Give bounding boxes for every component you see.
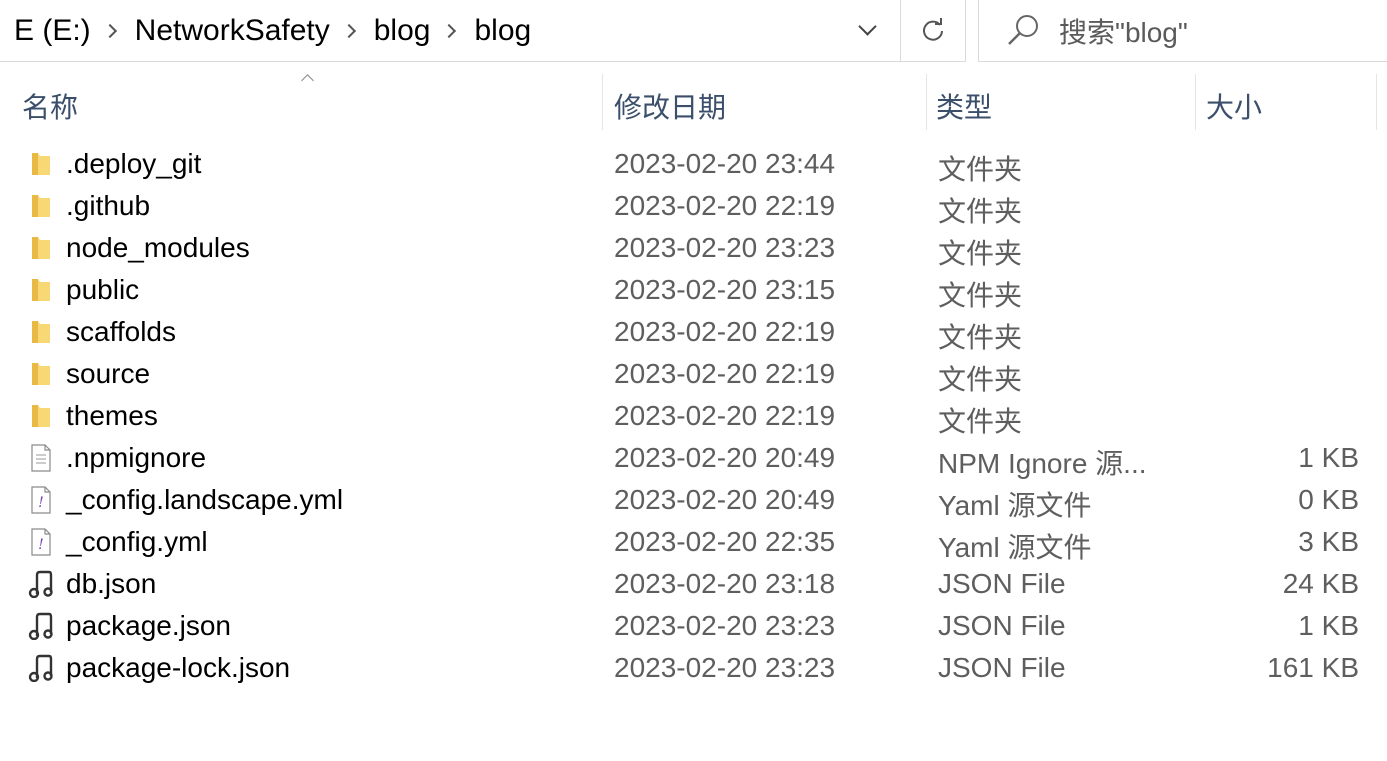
- file-size: 0 KB: [1298, 484, 1359, 515]
- column-divider[interactable]: [926, 74, 927, 130]
- chevron-right-icon[interactable]: [103, 21, 123, 41]
- file-name[interactable]: _config.yml: [66, 526, 208, 558]
- column-header-date[interactable]: 修改日期: [614, 84, 924, 128]
- file-type: 文件夹: [938, 322, 1023, 353]
- json-file-icon: [28, 612, 54, 641]
- file-type: Yaml 源文件: [938, 490, 1092, 521]
- file-name[interactable]: themes: [66, 400, 158, 432]
- file-row[interactable]: themes 2023-02-20 22:19 文件夹: [0, 395, 1387, 437]
- address-bar[interactable]: E (E:) NetworkSafety blog blog: [0, 0, 900, 62]
- file-modified-date: 2023-02-20 22:35: [614, 526, 836, 557]
- file-name[interactable]: _config.landscape.yml: [66, 484, 343, 516]
- file-type: 文件夹: [938, 364, 1023, 395]
- file-modified-date: 2023-02-20 23:44: [614, 148, 836, 179]
- folder-icon: [28, 276, 54, 304]
- file-row[interactable]: node_modules 2023-02-20 23:23 文件夹: [0, 227, 1387, 269]
- file-type: 文件夹: [938, 154, 1023, 185]
- file-size: 24 KB: [1282, 568, 1359, 599]
- file-row[interactable]: source 2023-02-20 22:19 文件夹: [0, 353, 1387, 395]
- file-row[interactable]: ! _config.yml 2023-02-20 22:35 Yaml 源文件 3 KB: [0, 521, 1387, 563]
- folder-icon: [28, 150, 54, 178]
- file-type: 文件夹: [938, 280, 1023, 311]
- file-row[interactable]: package.json 2023-02-20 23:23 JSON File 1 K…: [0, 605, 1387, 647]
- column-divider[interactable]: [602, 74, 603, 130]
- file-name[interactable]: source: [66, 358, 150, 390]
- svg-text:!: !: [38, 495, 44, 511]
- file-modified-date: 2023-02-20 20:49: [614, 442, 836, 473]
- refresh-icon: [923, 17, 943, 41]
- file-modified-date: 2023-02-20 22:19: [614, 400, 836, 431]
- file-type: NPM Ignore 源...: [938, 448, 1147, 479]
- folder-icon: [28, 402, 54, 430]
- file-type: JSON File: [938, 652, 1066, 683]
- file-name[interactable]: public: [66, 274, 139, 306]
- refresh-button[interactable]: [900, 0, 966, 62]
- column-divider[interactable]: [1195, 74, 1196, 130]
- file-size: 1 KB: [1298, 442, 1359, 473]
- file-name[interactable]: .github: [66, 190, 150, 222]
- file-modified-date: 2023-02-20 23:18: [614, 568, 836, 599]
- svg-text:!: !: [38, 537, 44, 553]
- file-row[interactable]: public 2023-02-20 23:15 文件夹: [0, 269, 1387, 311]
- column-header-name[interactable]: 名称: [22, 84, 602, 128]
- search-box[interactable]: 搜索"blog": [978, 0, 1387, 62]
- file-name[interactable]: .deploy_git: [66, 148, 201, 180]
- folder-icon: [28, 234, 54, 262]
- folder-icon: [28, 192, 54, 220]
- column-header-size[interactable]: 大小: [1206, 84, 1376, 128]
- file-modified-date: 2023-02-20 22:19: [614, 316, 836, 347]
- yaml-file-icon: !: [28, 486, 54, 514]
- file-row[interactable]: ! _config.landscape.yml 2023-02-20 20:49 Ya…: [0, 479, 1387, 521]
- file-modified-date: 2023-02-20 20:49: [614, 484, 836, 515]
- file-modified-date: 2023-02-20 23:23: [614, 652, 836, 683]
- file-type: 文件夹: [938, 406, 1023, 437]
- file-modified-date: 2023-02-20 23:23: [614, 232, 836, 263]
- file-name[interactable]: .npmignore: [66, 442, 206, 474]
- file-type: JSON File: [938, 568, 1066, 599]
- search-icon: [1008, 14, 1038, 45]
- file-type: JSON File: [938, 610, 1066, 641]
- json-file-icon: [28, 654, 54, 683]
- breadcrumb-item-drive[interactable]: E (E:): [14, 14, 91, 48]
- file-size: 161 KB: [1267, 652, 1359, 683]
- file-size: 1 KB: [1298, 610, 1359, 641]
- folder-icon: [28, 318, 54, 346]
- file-row[interactable]: .npmignore 2023-02-20 20:49 NPM Ignore 源..…: [0, 437, 1387, 479]
- file-modified-date: 2023-02-20 22:19: [614, 358, 836, 389]
- file-row[interactable]: db.json 2023-02-20 23:18 JSON File 24 KB: [0, 563, 1387, 605]
- toolbar: E (E:) NetworkSafety blog blog 搜索"blog": [0, 0, 1387, 64]
- file-row[interactable]: .deploy_git 2023-02-20 23:44 文件夹: [0, 143, 1387, 185]
- file-list: .deploy_git 2023-02-20 23:44 文件夹 .github 202…: [0, 143, 1387, 689]
- yaml-file-icon: !: [28, 528, 54, 556]
- file-name[interactable]: package-lock.json: [66, 652, 290, 684]
- file-name[interactable]: node_modules: [66, 232, 250, 264]
- file-type: 文件夹: [938, 238, 1023, 269]
- chevron-right-icon[interactable]: [342, 21, 362, 41]
- address-history-dropdown-icon[interactable]: [848, 16, 888, 46]
- file-row[interactable]: scaffolds 2023-02-20 22:19 文件夹: [0, 311, 1387, 353]
- sort-ascending-icon: [300, 72, 316, 82]
- breadcrumb-item-blog-current[interactable]: blog: [474, 14, 531, 48]
- column-header-type[interactable]: 类型: [936, 84, 1194, 128]
- file-name[interactable]: db.json: [66, 568, 156, 600]
- file-modified-date: 2023-02-20 23:23: [614, 610, 836, 641]
- file-type: Yaml 源文件: [938, 532, 1092, 563]
- file-row[interactable]: package-lock.json 2023-02-20 23:23 JSON Fi…: [0, 647, 1387, 689]
- file-modified-date: 2023-02-20 22:19: [614, 190, 836, 221]
- file-name[interactable]: package.json: [66, 610, 231, 642]
- column-divider[interactable]: [1376, 74, 1377, 130]
- file-row[interactable]: .github 2023-02-20 22:19 文件夹: [0, 185, 1387, 227]
- file-size: 3 KB: [1298, 526, 1359, 557]
- file-name[interactable]: scaffolds: [66, 316, 176, 348]
- breadcrumb-item-networksafety[interactable]: NetworkSafety: [135, 14, 330, 48]
- chevron-right-icon[interactable]: [442, 21, 462, 41]
- search-placeholder[interactable]: 搜索"blog": [1059, 11, 1188, 51]
- folder-icon: [28, 360, 54, 388]
- breadcrumb-item-blog[interactable]: blog: [374, 14, 431, 48]
- breadcrumb: E (E:) NetworkSafety blog blog: [0, 14, 531, 48]
- text-file-icon: [28, 444, 54, 472]
- file-type: 文件夹: [938, 196, 1023, 227]
- file-modified-date: 2023-02-20 23:15: [614, 274, 836, 305]
- json-file-icon: [28, 570, 54, 599]
